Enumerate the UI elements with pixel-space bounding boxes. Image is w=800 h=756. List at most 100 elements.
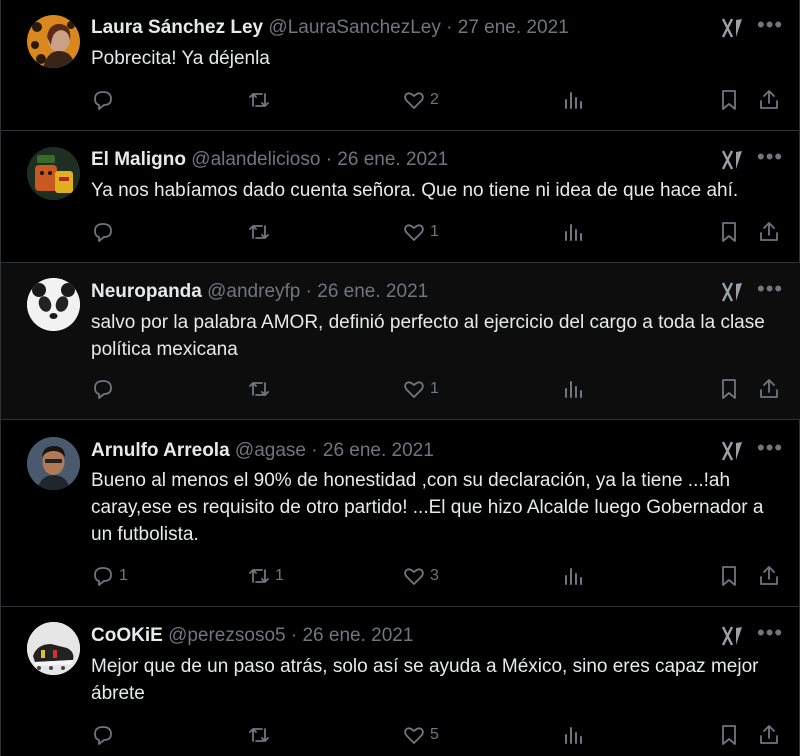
tweet-header: El Maligno @alandelicioso · 26 ene. 2021 (91, 148, 448, 172)
tweet[interactable]: Arnulfo Arreola @agase · 26 ene. 2021 ••… (1, 420, 800, 606)
like-icon (404, 727, 424, 744)
share-button[interactable] (757, 219, 781, 245)
author-name[interactable]: Neuropanda (91, 281, 202, 302)
views-icon (565, 92, 582, 109)
bookmark-button[interactable] (717, 722, 741, 748)
tweet-text: Bueno al menos el 90% de honestidad ,con… (91, 470, 764, 545)
views-icon (565, 381, 582, 398)
author-name[interactable]: Laura Sánchez Ley (91, 17, 263, 38)
more-icon[interactable]: ••• (757, 622, 783, 646)
tweet-header: Neuropanda @andreyfp · 26 ene. 2021 (91, 280, 428, 304)
avatar[interactable] (27, 622, 80, 675)
tweet-header: Arnulfo Arreola @agase · 26 ene. 2021 (91, 439, 434, 463)
bookmark-button[interactable] (717, 219, 741, 245)
tweet-date[interactable]: · 26 ene. 2021 (311, 440, 434, 461)
share-icon (760, 222, 778, 241)
tweet-date[interactable]: · 27 ene. 2021 (446, 17, 569, 38)
like-button[interactable]: 5 (402, 722, 439, 748)
tweet[interactable]: Laura Sánchez Ley @LauraSanchezLey · 27 … (1, 0, 800, 130)
views-button[interactable] (561, 87, 585, 113)
bookmark-button[interactable] (717, 376, 741, 402)
tweet[interactable]: Neuropanda @andreyfp · 26 ene. 2021 ••• … (1, 263, 800, 419)
views-button[interactable] (561, 563, 585, 589)
share-button[interactable] (757, 376, 781, 402)
bookmark-button[interactable] (717, 87, 741, 113)
tweet-text: Mejor que de un paso atrás, solo así se … (91, 656, 759, 704)
reply-feed: Laura Sánchez Ley @LauraSanchezLey · 27 … (0, 0, 800, 756)
tweet[interactable]: CoOKiE @perezsoso5 · 26 ene. 2021 ••• Me… (1, 607, 800, 756)
share-icon (760, 566, 778, 585)
reply-icon (94, 380, 112, 399)
tweet-text: salvo por la palabra AMOR, definió perfe… (91, 312, 765, 360)
avatar[interactable] (27, 15, 80, 68)
views-button[interactable] (561, 219, 585, 245)
retweet-button[interactable] (247, 219, 275, 245)
like-button[interactable]: 1 (402, 376, 439, 402)
grok-icon[interactable] (721, 280, 745, 304)
like-button[interactable]: 2 (402, 87, 439, 113)
share-button[interactable] (757, 563, 781, 589)
avatar[interactable] (27, 278, 80, 331)
bookmark-icon (722, 90, 736, 110)
reply-button[interactable] (91, 87, 119, 113)
grok-icon[interactable] (721, 624, 745, 648)
reply-button[interactable] (91, 376, 119, 402)
author-name[interactable]: Arnulfo Arreola (91, 440, 230, 461)
tweet[interactable]: El Maligno @alandelicioso · 26 ene. 2021… (1, 131, 800, 262)
views-button[interactable] (561, 722, 585, 748)
more-icon[interactable]: ••• (757, 278, 783, 302)
retweet-icon (249, 382, 269, 396)
reply-button[interactable] (91, 219, 119, 245)
bookmark-icon (722, 222, 736, 242)
retweet-button[interactable] (247, 376, 275, 402)
retweet-button[interactable] (247, 722, 275, 748)
like-icon (404, 568, 424, 585)
avatar[interactable] (27, 437, 80, 490)
grok-icon[interactable] (721, 439, 745, 463)
views-icon (565, 224, 582, 241)
tweet-date[interactable]: · 26 ene. 2021 (326, 149, 449, 170)
tweet-date[interactable]: · 26 ene. 2021 (306, 281, 429, 302)
avatar[interactable] (27, 147, 80, 200)
more-icon[interactable]: ••• (757, 146, 783, 170)
retweet-icon (249, 225, 269, 239)
author-name[interactable]: CoOKiE (91, 625, 163, 646)
reply-button[interactable] (91, 722, 119, 748)
grok-icon[interactable] (721, 16, 745, 40)
share-icon (760, 379, 778, 398)
author-name[interactable]: El Maligno (91, 149, 186, 170)
views-icon (565, 568, 582, 585)
more-icon[interactable]: ••• (757, 437, 783, 461)
bookmark-icon (722, 725, 736, 745)
tweet-date[interactable]: · 26 ene. 2021 (291, 625, 414, 646)
like-icon (404, 381, 424, 398)
reply-button[interactable]: 1 (91, 563, 128, 589)
like-button[interactable]: 1 (402, 219, 439, 245)
bookmark-button[interactable] (717, 563, 741, 589)
tweet-header: Laura Sánchez Ley @LauraSanchezLey · 27 … (91, 16, 569, 40)
retweet-button[interactable]: 1 (247, 563, 284, 589)
share-button[interactable] (757, 722, 781, 748)
author-handle[interactable]: @agase (235, 440, 306, 461)
share-button[interactable] (757, 87, 781, 113)
retweet-count: 1 (275, 567, 284, 584)
retweet-icon (249, 728, 269, 742)
grok-icon[interactable] (721, 148, 745, 172)
like-count: 1 (430, 380, 439, 397)
more-icon[interactable]: ••• (757, 14, 783, 38)
like-icon (404, 224, 424, 241)
retweet-icon (249, 93, 269, 107)
reply-count: 1 (119, 567, 128, 584)
like-count: 5 (430, 726, 439, 743)
retweet-icon (249, 569, 269, 583)
like-button[interactable]: 3 (402, 563, 439, 589)
views-button[interactable] (561, 376, 585, 402)
like-count: 2 (430, 91, 439, 108)
author-handle[interactable]: @alandelicioso (191, 149, 320, 170)
retweet-button[interactable] (247, 87, 275, 113)
share-icon (760, 90, 778, 109)
tweet-header: CoOKiE @perezsoso5 · 26 ene. 2021 (91, 624, 413, 648)
author-handle[interactable]: @andreyfp (207, 281, 300, 302)
author-handle[interactable]: @LauraSanchezLey (268, 17, 440, 38)
author-handle[interactable]: @perezsoso5 (168, 625, 286, 646)
